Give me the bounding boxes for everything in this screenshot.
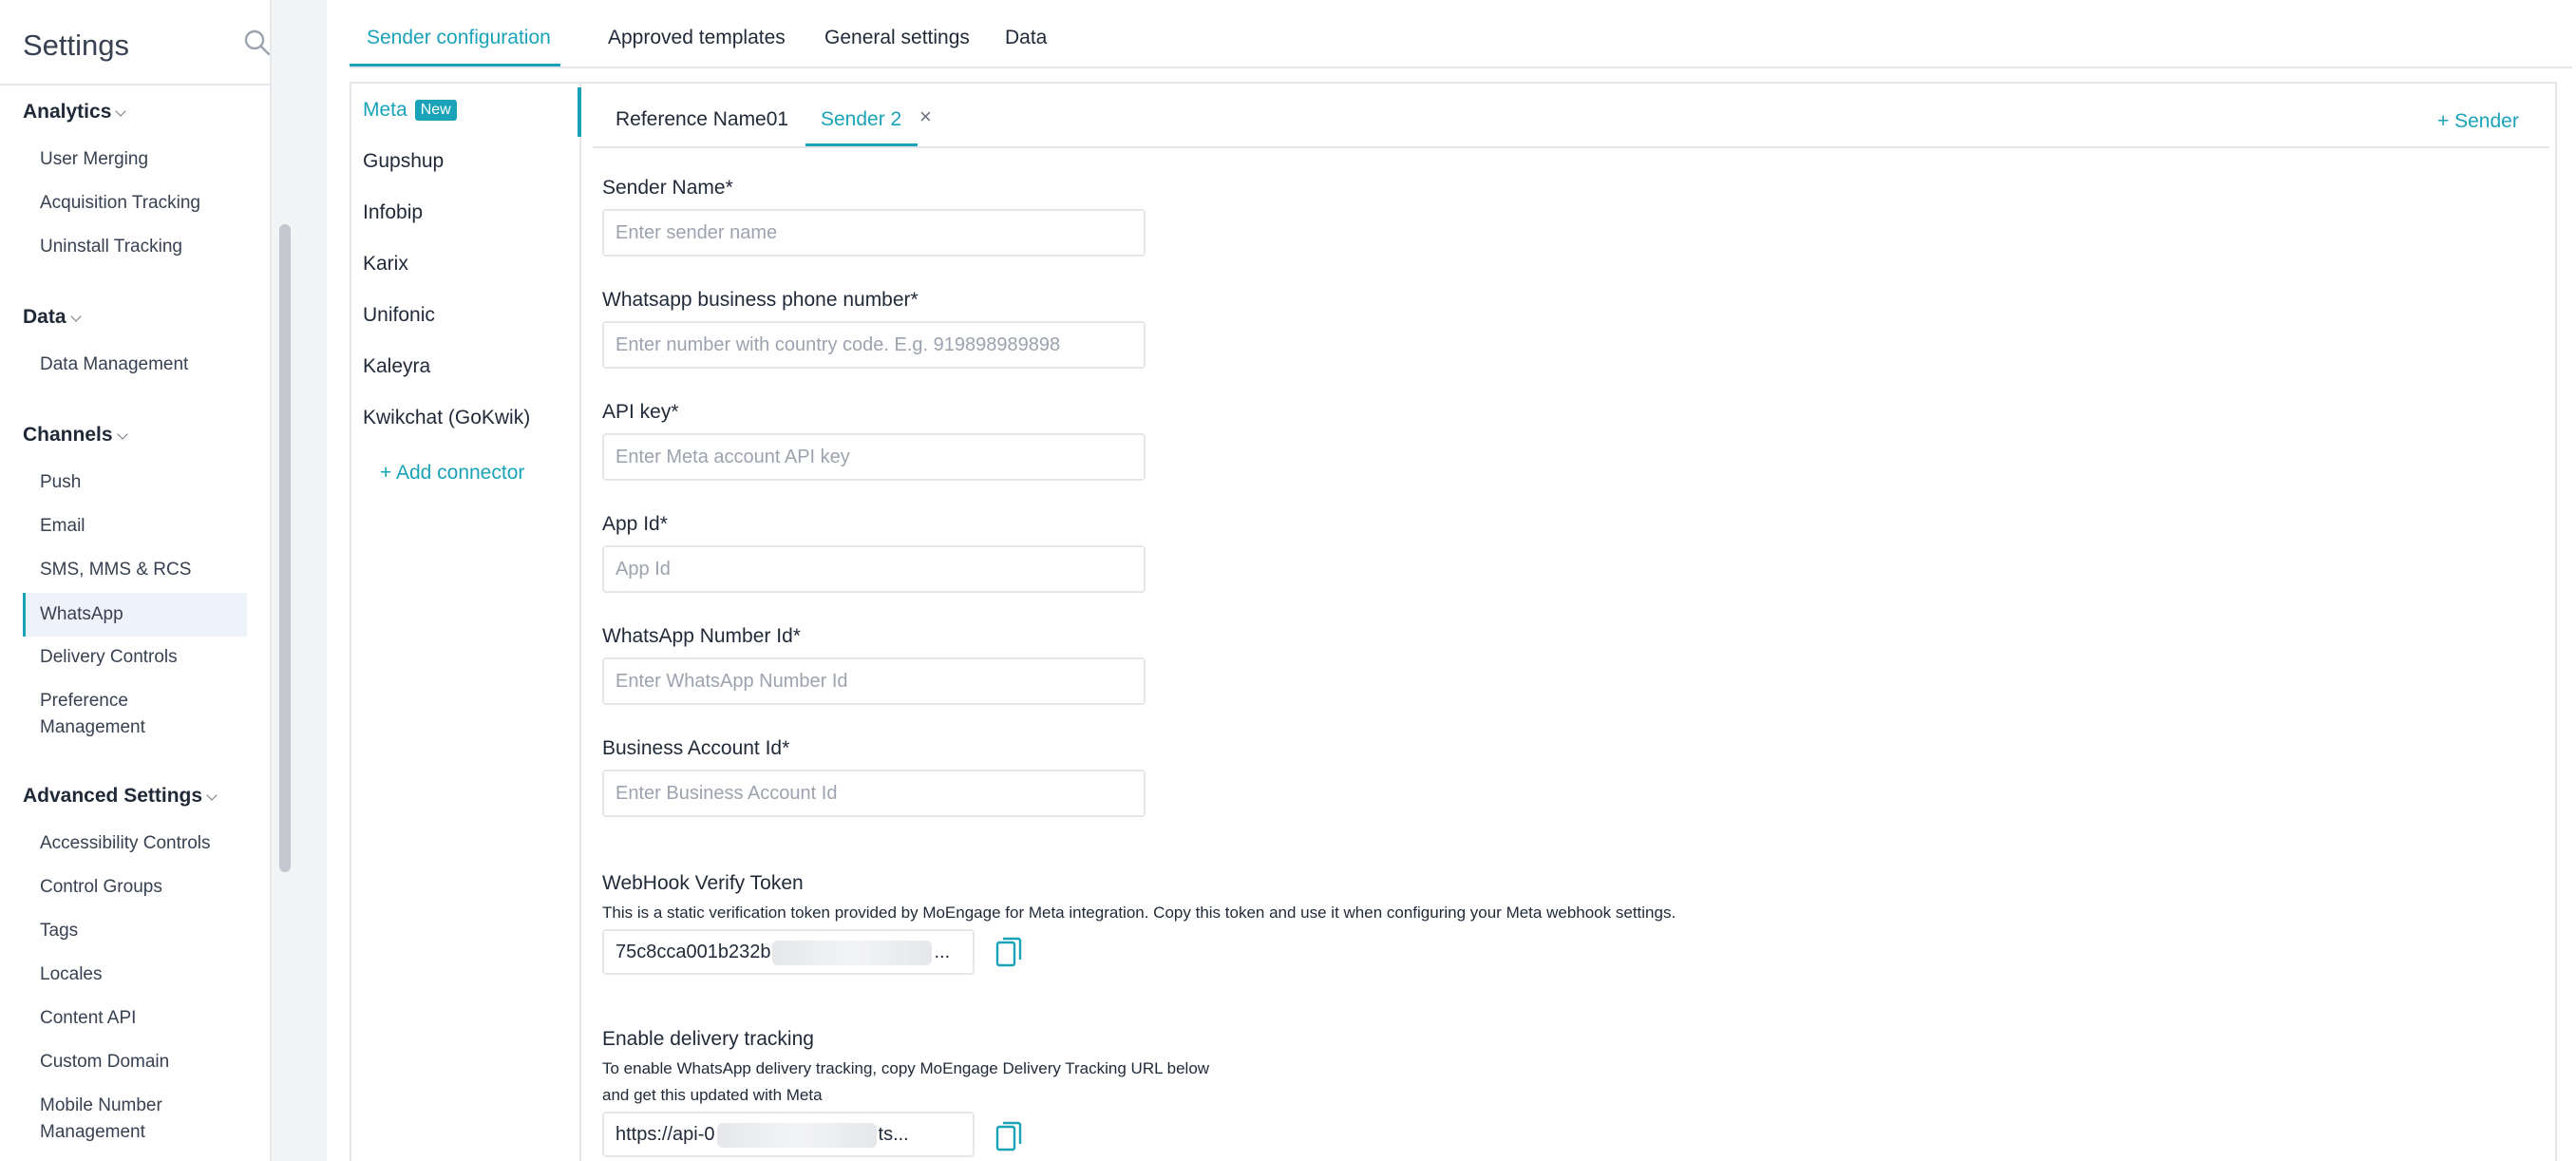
- connector-label: Meta: [363, 99, 407, 121]
- sender-name-label: Sender Name*: [602, 177, 733, 199]
- group-label: Channels: [23, 424, 113, 446]
- group-advanced-settings[interactable]: Advanced Settings: [23, 785, 218, 808]
- sidebar-scrollbar-thumb[interactable]: [279, 224, 291, 872]
- add-connector-button[interactable]: + Add connector: [380, 462, 524, 485]
- sidebar-item-push[interactable]: Push: [23, 469, 247, 496]
- group-channels[interactable]: Channels: [23, 424, 128, 447]
- connector-gupshup[interactable]: Gupshup: [363, 150, 444, 173]
- sidebar-item-acquisition-tracking[interactable]: Acquisition Tracking: [23, 190, 247, 217]
- sidebar-item-custom-domain[interactable]: Custom Domain: [23, 1049, 247, 1075]
- sidebar-item-preference-management[interactable]: Preference Management: [23, 688, 247, 741]
- new-badge: New: [414, 100, 457, 121]
- group-label: Advanced Settings: [23, 785, 203, 807]
- phone-number-input[interactable]: [602, 321, 1146, 369]
- main-content: Sender configuration Approved templates …: [327, 0, 2576, 1161]
- sidebar-item-delivery-controls[interactable]: Delivery Controls: [23, 644, 247, 671]
- delivery-tracking-label: Enable delivery tracking: [602, 1028, 814, 1050]
- sidebar-item-sms-mms-rcs[interactable]: SMS, MMS & RCS: [23, 557, 247, 583]
- connector-karix[interactable]: Karix: [363, 253, 408, 276]
- item-label-line2: Management: [40, 717, 145, 737]
- sidebar-item-data-management[interactable]: Data Management: [23, 352, 247, 378]
- token-value-start: 75c8cca001b232b: [616, 942, 771, 962]
- delivery-tracking-help-line1: To enable WhatsApp delivery tracking, co…: [602, 1059, 1210, 1077]
- close-icon[interactable]: ×: [919, 105, 932, 129]
- sidebar-item-control-groups[interactable]: Control Groups: [23, 874, 247, 901]
- connector-unifonic[interactable]: Unifonic: [363, 304, 435, 327]
- business-account-id-input[interactable]: [602, 770, 1146, 817]
- item-label-line1: Preference: [40, 691, 128, 711]
- sidebar-title: Settings: [23, 29, 130, 62]
- whatsapp-number-id-label: WhatsApp Number Id*: [602, 625, 801, 647]
- api-key-label: API key*: [602, 401, 679, 423]
- chevron-down-icon: [206, 790, 218, 801]
- chevron-down-icon: [115, 105, 127, 117]
- sidebar-item-accessibility-controls[interactable]: Accessibility Controls: [23, 830, 247, 857]
- url-value-start: https://api-0: [616, 1124, 715, 1145]
- copy-icon[interactable]: [995, 937, 1022, 969]
- chevron-down-icon: [116, 428, 128, 440]
- app-id-input[interactable]: [602, 545, 1146, 593]
- business-account-id-label: Business Account Id*: [602, 737, 790, 759]
- tab-approved-templates[interactable]: Approved templates: [608, 27, 786, 49]
- sidebar-item-mobile-number-management[interactable]: Mobile Number Management: [23, 1093, 247, 1146]
- delivery-tracking-url-field[interactable]: https://api-0 ts...: [602, 1112, 975, 1157]
- webhook-token-field[interactable]: 75c8cca001b232b...: [602, 929, 975, 975]
- copy-icon[interactable]: [995, 1121, 1022, 1153]
- webhook-token-label: WebHook Verify Token: [602, 872, 804, 894]
- phone-number-label: Whatsapp business phone number*: [602, 289, 919, 311]
- chevron-down-icon: [69, 311, 82, 322]
- connector-list: Meta New Gupshup Infobip Karix Unifonic K…: [350, 82, 581, 1161]
- sidebar-header: Settings: [0, 0, 270, 86]
- delivery-tracking-help-line2: and get this updated with Meta: [602, 1086, 823, 1104]
- sidebar-item-content-api[interactable]: Content API: [23, 1005, 247, 1032]
- settings-sidebar: Settings Analytics User Merging Acquisit…: [0, 0, 272, 1161]
- sidebar-item-email[interactable]: Email: [23, 513, 247, 540]
- tab-data[interactable]: Data: [1005, 27, 1047, 49]
- item-label-line2: Management: [40, 1122, 145, 1142]
- url-value-end: ts...: [878, 1124, 909, 1145]
- sidebar-item-uninstall-tracking[interactable]: Uninstall Tracking: [23, 234, 247, 260]
- sidebar-item-whatsapp[interactable]: WhatsApp: [23, 593, 247, 637]
- add-sender-button[interactable]: + Sender: [2437, 110, 2519, 133]
- redacted-value: [716, 1122, 877, 1148]
- connector-kwikchat[interactable]: Kwikchat (GoKwik): [363, 407, 530, 429]
- group-analytics[interactable]: Analytics: [23, 101, 127, 124]
- active-tab-indicator: [350, 64, 560, 67]
- connector-kaleyra[interactable]: Kaleyra: [363, 355, 430, 378]
- search-icon[interactable]: [243, 29, 272, 57]
- sender-name-input[interactable]: [602, 209, 1146, 257]
- connector-meta[interactable]: Meta New: [363, 99, 457, 123]
- sidebar-item-locales[interactable]: Locales: [23, 961, 247, 988]
- sender-tab-sender-2[interactable]: Sender 2: [821, 108, 901, 131]
- app-id-label: App Id*: [602, 513, 668, 535]
- top-tabs: Sender configuration Approved templates …: [350, 0, 2572, 68]
- api-key-input[interactable]: [602, 433, 1146, 481]
- item-label-line1: Mobile Number: [40, 1095, 162, 1115]
- whatsapp-number-id-input[interactable]: [602, 657, 1146, 705]
- tab-general-settings[interactable]: General settings: [824, 27, 970, 49]
- group-label: Analytics: [23, 101, 112, 123]
- sidebar-item-tags[interactable]: Tags: [23, 918, 247, 944]
- webhook-token-help: This is a static verification token prov…: [602, 904, 1676, 922]
- sender-config-panel: Reference Name01 Sender 2 × + Sender Sen…: [581, 82, 2557, 1161]
- content-gutter: [298, 0, 327, 1161]
- active-sender-tab-indicator: [805, 143, 918, 146]
- tab-sender-configuration[interactable]: Sender configuration: [367, 27, 551, 49]
- sidebar-item-user-merging[interactable]: User Merging: [23, 146, 247, 173]
- group-label: Data: [23, 306, 66, 328]
- sender-tab-reference-name01[interactable]: Reference Name01: [616, 108, 788, 131]
- token-value-end: ...: [934, 942, 951, 962]
- connector-infobip[interactable]: Infobip: [363, 201, 423, 224]
- sender-tabs: Reference Name01 Sender 2 × + Sender: [593, 84, 2549, 148]
- group-data[interactable]: Data: [23, 306, 82, 329]
- redacted-value: [772, 940, 933, 965]
